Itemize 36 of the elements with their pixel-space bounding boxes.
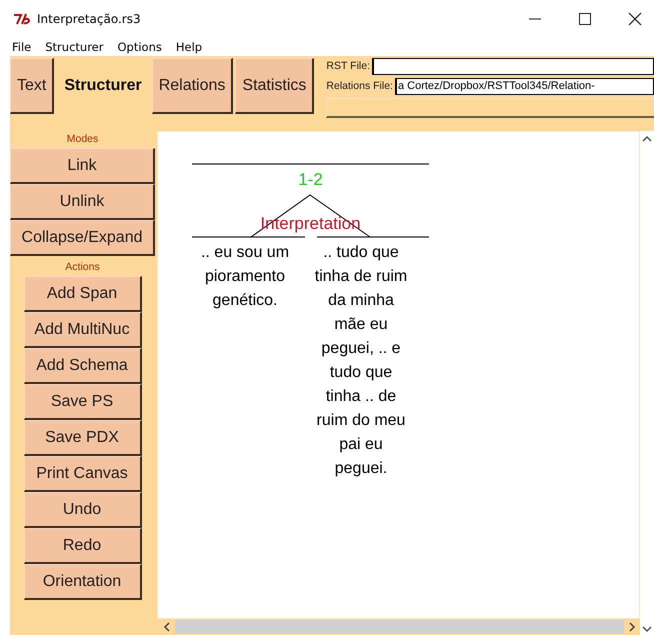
section-heading: Modes	[66, 132, 98, 147]
menu-item[interactable]: File	[12, 40, 32, 54]
action-button[interactable]: Save PS	[24, 384, 142, 420]
window-title: Interpretação.rs3	[37, 12, 141, 26]
action-button[interactable]: Save PDX	[24, 420, 142, 456]
action-button[interactable]: Undo	[24, 492, 142, 528]
input-field[interactable]: a Cortez/Dropbox/RSTTool345/Relation-	[394, 78, 654, 94]
feather-logo-icon	[13, 13, 31, 25]
scroll-up-icon[interactable]	[642, 135, 652, 143]
close-icon[interactable]	[628, 12, 642, 26]
action-button[interactable]: Redo	[24, 528, 142, 564]
action-button[interactable]: Add Span	[24, 276, 142, 312]
menu-item[interactable]: Options	[117, 40, 162, 54]
section-heading: Actions	[65, 260, 100, 275]
scroll-left-icon[interactable]	[163, 622, 171, 632]
action-button[interactable]: Add MultiNuc	[24, 312, 142, 348]
menu-item[interactable]: Structurer	[45, 40, 104, 54]
field-label: RST File:	[326, 60, 371, 72]
tab[interactable]: Text	[10, 58, 54, 114]
mode-button[interactable]: Link	[10, 148, 155, 184]
tab[interactable]: Relations	[152, 58, 234, 114]
mode-button[interactable]: Unlink	[10, 184, 155, 220]
segment-text: .. eu sou um pioramento genético.	[200, 243, 290, 311]
field-label: Relations File:	[326, 80, 394, 92]
span-label: 1-2	[297, 170, 324, 190]
action-button[interactable]: Add Schema	[24, 348, 142, 384]
mode-button[interactable]: Collapse/Expand	[10, 220, 155, 256]
menu-item[interactable]: Help	[176, 40, 202, 54]
action-button[interactable]: Print Canvas	[24, 456, 142, 492]
tab[interactable]: Statistics	[235, 58, 314, 114]
input-field[interactable]	[372, 58, 654, 74]
scroll-down-icon[interactable]	[642, 625, 652, 633]
scroll-right-icon[interactable]	[628, 622, 636, 632]
segment-text: .. tudo que tinha de ruim da minha mãe eu peguei, .. e tudo que tinha .. de ruim do meu pai eu peguei.	[314, 243, 408, 479]
action-button[interactable]: Orientation	[24, 564, 142, 600]
maximize-icon[interactable]	[578, 12, 592, 26]
